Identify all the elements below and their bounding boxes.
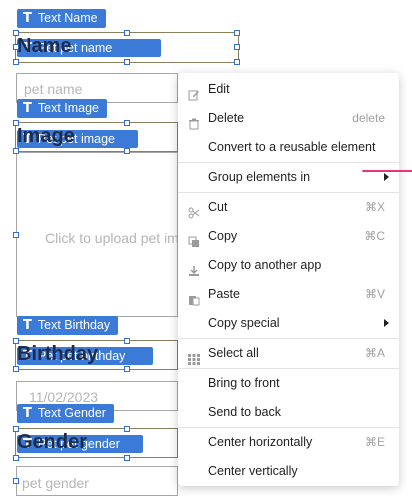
submenu-arrow-icon <box>384 173 389 181</box>
resize-handle[interactable] <box>13 59 19 65</box>
resize-handle[interactable] <box>13 478 19 484</box>
resize-handle[interactable] <box>13 120 19 126</box>
menu-item-group-elements[interactable]: Group elements in <box>178 163 399 191</box>
context-menu: Edit Delete delete Convert to a reusable… <box>178 73 412 486</box>
resize-handle[interactable] <box>124 366 130 372</box>
text-type-icon: T <box>23 11 32 26</box>
grid-icon <box>188 347 200 365</box>
resize-handle[interactable] <box>234 30 240 36</box>
resize-handle[interactable] <box>13 338 19 344</box>
resize-handle[interactable] <box>124 120 130 126</box>
copy-icon <box>188 230 200 247</box>
text-gender-tag[interactable]: T Text Gender <box>17 404 114 423</box>
menu-item-copy[interactable]: Copy ⌘C <box>178 222 399 250</box>
text-image-tag[interactable]: T Text Image <box>17 99 108 118</box>
resize-handle[interactable] <box>124 426 130 432</box>
edit-icon <box>188 83 200 101</box>
download-icon <box>188 259 200 276</box>
resize-handle[interactable] <box>124 338 130 344</box>
resize-handle[interactable] <box>13 232 19 238</box>
menu-item-center-vertically[interactable]: Center vertically <box>178 457 399 485</box>
resize-handle[interactable] <box>13 148 19 154</box>
trash-icon <box>188 112 200 130</box>
resize-handle[interactable] <box>124 455 130 461</box>
menu-item-send-to-back[interactable]: Send to back <box>178 398 399 426</box>
image-upload-hint: Click to upload pet image <box>45 230 178 246</box>
name-heading: Name <box>17 35 72 57</box>
menu-item-select-all[interactable]: Select all ⌘A <box>178 339 399 367</box>
menu-item-convert-reusable[interactable]: Convert to a reusable element <box>178 133 399 161</box>
resize-handle[interactable] <box>13 455 19 461</box>
resize-handle[interactable] <box>13 426 19 432</box>
menu-item-copy-special[interactable]: Copy special <box>178 309 399 337</box>
resize-handle[interactable] <box>13 44 19 50</box>
text-name-tag[interactable]: T Text Name <box>17 9 106 28</box>
submenu-arrow-icon <box>384 319 389 327</box>
gender-placeholder: pet gender <box>22 475 89 491</box>
menu-item-cut[interactable]: Cut ⌘X <box>178 193 399 221</box>
text-birthday-tag[interactable]: T Text Birthday <box>17 316 119 335</box>
resize-handle[interactable] <box>234 59 240 65</box>
menu-item-copy-to-app[interactable]: Copy to another app <box>178 251 399 279</box>
resize-handle[interactable] <box>124 30 130 36</box>
resize-handle[interactable] <box>13 30 19 36</box>
resize-handle[interactable] <box>124 59 130 65</box>
menu-item-bring-to-front[interactable]: Bring to front <box>178 369 399 397</box>
gender-heading: Gender <box>17 431 88 453</box>
resize-handle[interactable] <box>124 148 130 154</box>
menu-item-center-horizontally[interactable]: Center horizontally ⌘E <box>178 428 399 456</box>
scissors-icon <box>188 201 200 219</box>
gender-input[interactable]: pet gender <box>16 466 178 496</box>
paste-icon <box>188 288 200 306</box>
image-upload-area[interactable]: Click to upload pet image <box>16 152 178 317</box>
name-placeholder: pet name <box>24 81 83 97</box>
resize-handle[interactable] <box>13 366 19 372</box>
menu-item-edit[interactable]: Edit <box>178 75 399 103</box>
image-heading: Image <box>17 125 75 147</box>
birthday-heading: Birthday <box>17 343 99 365</box>
menu-item-delete[interactable]: Delete delete <box>178 104 399 132</box>
menu-item-paste[interactable]: Paste ⌘V <box>178 280 399 308</box>
birthday-placeholder: 11/02/2023 <box>29 389 99 405</box>
resize-handle[interactable] <box>234 44 240 50</box>
